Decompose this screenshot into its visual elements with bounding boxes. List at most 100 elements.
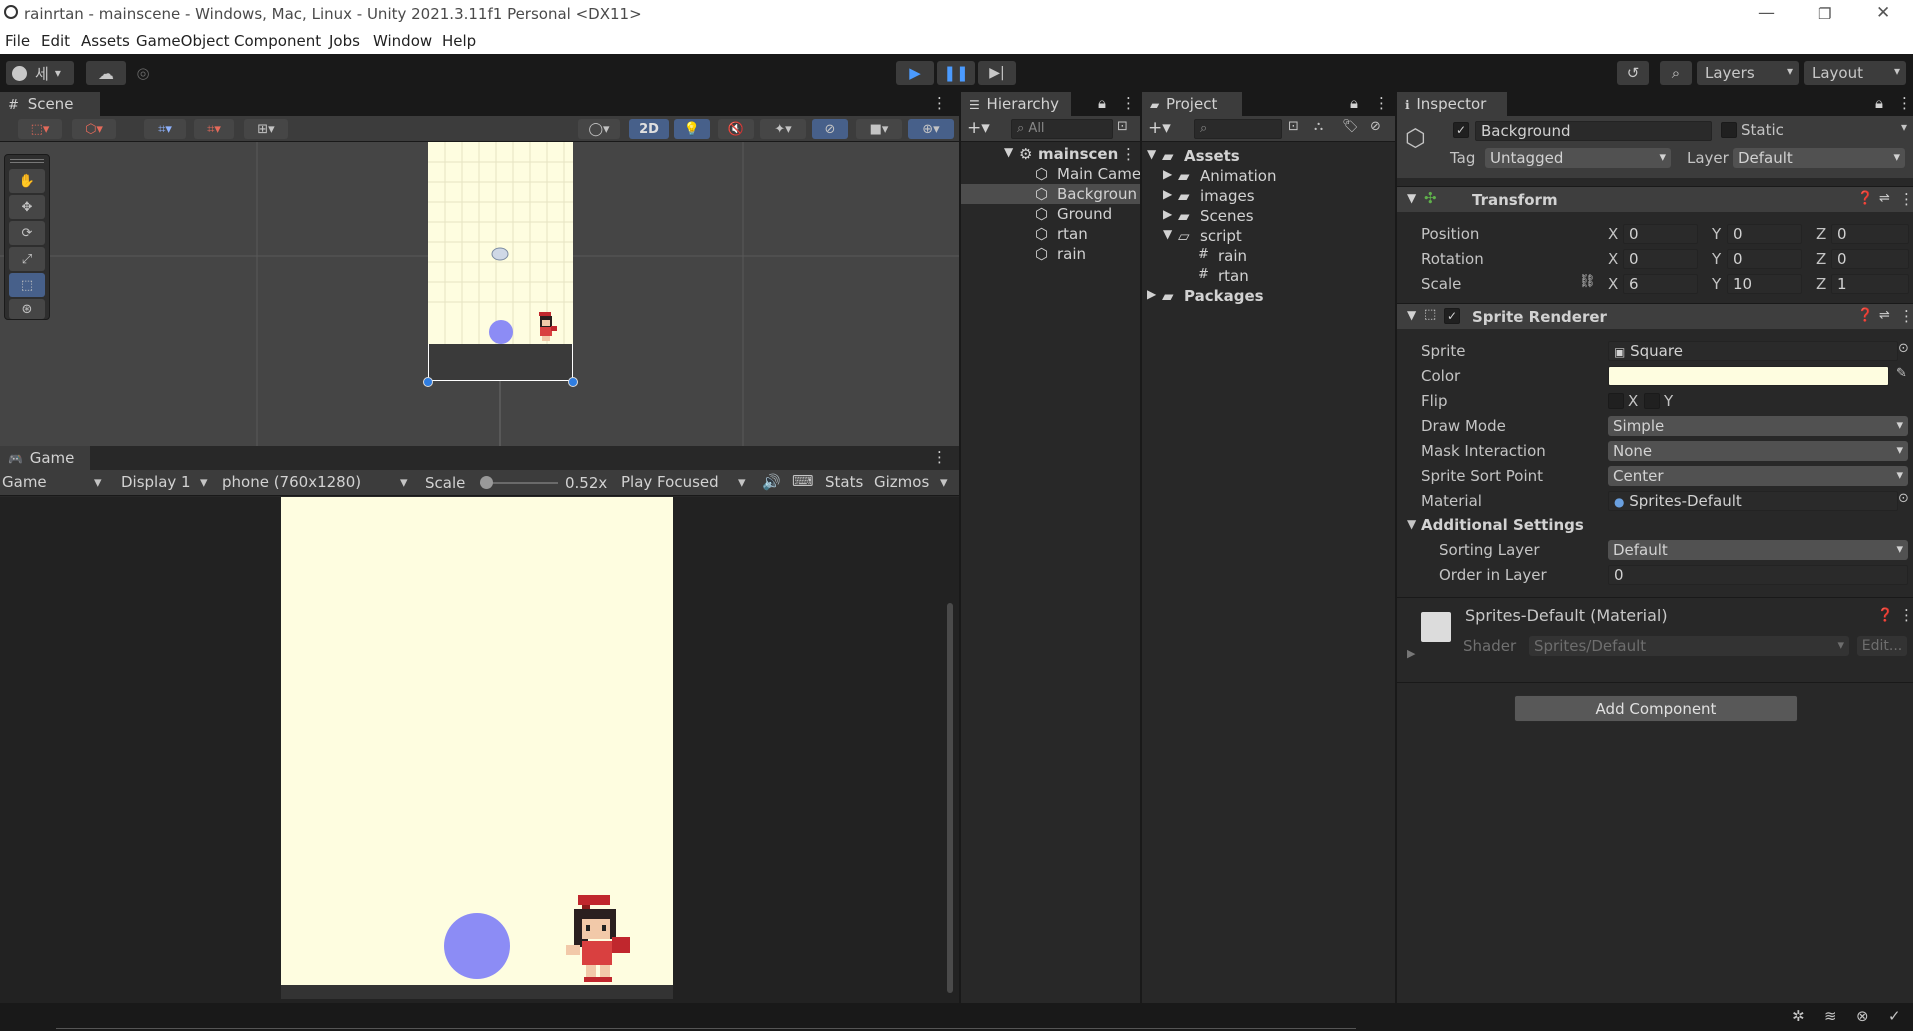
keyboard-icon[interactable]: ⌨: [792, 472, 814, 490]
draw-mode-button[interactable]: ⬚▾: [18, 119, 62, 139]
audio-button[interactable]: 🔇: [718, 119, 754, 139]
scale-y-field[interactable]: 10: [1727, 274, 1802, 294]
menu-jobs[interactable]: Jobs: [329, 32, 360, 50]
bug-icon[interactable]: ✲: [1792, 1007, 1805, 1025]
transform-tool-button[interactable]: ⊛: [9, 299, 45, 319]
tab-inspector[interactable]: ℹ Inspector: [1397, 92, 1507, 116]
tab-project[interactable]: ▰ Project: [1142, 92, 1242, 116]
cloud-button[interactable]: ☁: [86, 61, 126, 85]
help-icon[interactable]: ❓: [1877, 608, 1893, 623]
menu-gameobject[interactable]: GameObject: [136, 32, 230, 50]
search-button[interactable]: ⌕: [1660, 61, 1692, 85]
hierarchy-search-input[interactable]: ⌕ All: [1011, 119, 1113, 139]
project-script-rtan[interactable]: # rtan: [1142, 266, 1395, 286]
project-assets-folder[interactable]: ▼ ▰ Assets: [1142, 146, 1395, 166]
sprite-field[interactable]: ▣ Square: [1608, 341, 1898, 361]
rotation-x-field[interactable]: 0: [1623, 249, 1698, 269]
play-mode-dropdown[interactable]: Play Focused: [621, 473, 719, 491]
help-icon[interactable]: ❓: [1857, 191, 1873, 206]
orientation-button[interactable]: ◯▾: [578, 119, 620, 139]
chevron-down-icon[interactable]: ▾: [1901, 120, 1907, 134]
scale-x-field[interactable]: 6: [1623, 274, 1698, 294]
flip-y-checkbox[interactable]: [1644, 393, 1660, 409]
menu-file[interactable]: File: [5, 32, 30, 50]
display-dropdown[interactable]: Display 1: [121, 473, 191, 491]
more-icon[interactable]: ⋮: [1899, 190, 1913, 208]
scene-view[interactable]: [0, 142, 959, 446]
eyedropper-icon[interactable]: ✎: [1896, 366, 1907, 381]
draw-mode-dropdown[interactable]: Simple: [1608, 416, 1908, 436]
static-checkbox[interactable]: [1721, 122, 1737, 138]
flip-x-checkbox[interactable]: [1608, 393, 1624, 409]
tab-scene[interactable]: # Scene: [0, 92, 100, 116]
shading-button[interactable]: ⬡▾: [72, 119, 116, 139]
scale-tool-button[interactable]: ⤢: [9, 247, 45, 271]
scene-root-row[interactable]: ▼ ⚙ mainscen ⋮: [961, 144, 1140, 164]
restore-icon[interactable]: ❐: [1818, 5, 1831, 23]
more-icon[interactable]: ⋮: [1897, 94, 1912, 112]
undo-history-button[interactable]: ↺: [1617, 61, 1649, 85]
active-checkbox[interactable]: ✓: [1453, 122, 1469, 138]
resolution-dropdown[interactable]: phone (760x1280): [222, 473, 361, 491]
database-icon[interactable]: ≋: [1824, 1007, 1837, 1025]
preset-icon[interactable]: ⇌: [1879, 191, 1890, 206]
step-button[interactable]: ▶|: [978, 61, 1016, 85]
rect-handle-icon[interactable]: [423, 377, 433, 387]
rtan-character[interactable]: [534, 312, 558, 342]
menu-edit[interactable]: Edit: [41, 32, 70, 50]
play-button[interactable]: ▶: [896, 61, 934, 85]
menu-window[interactable]: Window: [373, 32, 432, 50]
tab-hierarchy[interactable]: ☰ Hierarchy: [961, 92, 1071, 116]
hierarchy-item-rain[interactable]: ⬡ rain: [961, 244, 1140, 264]
collab-button[interactable]: ◎: [130, 61, 156, 85]
2d-mode-button[interactable]: 2D: [629, 119, 669, 139]
transform-header[interactable]: ▼ ✣ Transform ❓ ⇌ ⋮: [1397, 186, 1913, 212]
more-icon[interactable]: ⋮: [1374, 94, 1389, 112]
increment-button[interactable]: ⊞▾: [244, 119, 288, 139]
hidden-packages-icon[interactable]: ⊘: [1370, 119, 1381, 134]
pause-button[interactable]: ❚❚: [937, 61, 975, 85]
sprite-renderer-enabled-checkbox[interactable]: ✓: [1444, 308, 1460, 324]
menu-component[interactable]: Component: [234, 32, 321, 50]
check-circle-icon[interactable]: ✓: [1888, 1007, 1901, 1025]
snap-increment-button[interactable]: ⌗▾: [194, 119, 234, 139]
palette-grip[interactable]: [10, 159, 44, 163]
more-icon[interactable]: ⋮: [1899, 307, 1913, 325]
project-search-input[interactable]: ⌕: [1194, 119, 1282, 139]
game-view[interactable]: [0, 497, 959, 1003]
effects-button[interactable]: ✦▾: [760, 119, 806, 139]
hidden-objects-button[interactable]: ⊘: [812, 119, 848, 139]
mask-interaction-dropdown[interactable]: None: [1608, 441, 1908, 461]
preset-icon[interactable]: ⇌: [1879, 308, 1890, 323]
close-icon[interactable]: ✕: [1876, 3, 1890, 23]
hierarchy-item-background[interactable]: ⬡ Backgroun: [961, 184, 1140, 204]
sprite-sort-point-dropdown[interactable]: Center: [1608, 466, 1908, 486]
order-in-layer-field[interactable]: 0: [1608, 565, 1908, 585]
scale-slider-thumb[interactable]: [480, 476, 493, 489]
rotate-tool-button[interactable]: ⟳: [9, 221, 45, 245]
more-icon[interactable]: ⋮: [932, 94, 947, 112]
gizmos-button[interactable]: Gizmos: [874, 473, 929, 491]
more-icon[interactable]: ⋮: [932, 448, 947, 466]
rect-tool-button[interactable]: ⬚: [9, 273, 45, 297]
gizmos-scene-button[interactable]: ⊕▾: [908, 119, 954, 139]
additional-settings-foldout[interactable]: Additional Settings: [1421, 516, 1584, 534]
hierarchy-item-ground[interactable]: ⬡ Ground: [961, 204, 1140, 224]
camera-gizmo-icon[interactable]: [491, 247, 509, 261]
project-folder-animation[interactable]: ▶ ▰ Animation: [1142, 166, 1395, 186]
create-asset-button[interactable]: +▾: [1148, 118, 1171, 138]
account-dropdown[interactable]: 세 ▾: [6, 61, 74, 85]
menu-assets[interactable]: Assets: [81, 32, 130, 50]
tag-dropdown[interactable]: Untagged: [1485, 148, 1671, 168]
lock-icon[interactable]: 🔒︎: [1875, 94, 1883, 112]
tab-game[interactable]: 🎮 Game: [0, 446, 90, 470]
stats-button[interactable]: Stats: [825, 473, 863, 491]
hierarchy-item-main-camera[interactable]: ⬡ Main Came: [961, 164, 1140, 184]
rotation-y-field[interactable]: 0: [1727, 249, 1802, 269]
layout-dropdown[interactable]: Layout ▾: [1804, 61, 1906, 85]
sprite-renderer-header[interactable]: ▼ ⬚ ✓ Sprite Renderer ❓ ⇌ ⋮: [1397, 303, 1913, 329]
expand-arrow-icon[interactable]: ▶: [1407, 647, 1415, 660]
position-z-field[interactable]: 0: [1831, 224, 1909, 244]
hierarchy-item-rtan[interactable]: ⬡ rtan: [961, 224, 1140, 244]
position-x-field[interactable]: 0: [1623, 224, 1698, 244]
